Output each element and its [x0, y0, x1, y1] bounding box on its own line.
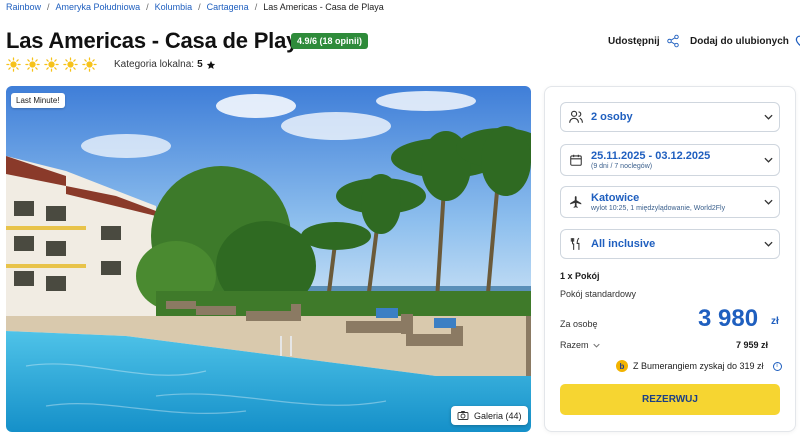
breadcrumb-link-rainbow[interactable]: Rainbow — [6, 2, 41, 12]
camera-icon — [457, 411, 469, 420]
chevron-wrap — [757, 157, 779, 163]
people-select[interactable]: 2 osoby — [560, 102, 780, 132]
departure-text: Katowice wylot 10:25, 1 międzylądowanie,… — [591, 192, 757, 212]
breadcrumb: Rainbow / Ameryka Południowa / Kolumbia … — [6, 2, 384, 12]
breadcrumb-link-country[interactable]: Kolumbia — [155, 2, 193, 12]
price-currency: zł — [771, 316, 779, 327]
sun-icon — [63, 57, 78, 72]
gallery-label: Galeria (44) — [474, 410, 522, 421]
category-value: 5 — [197, 59, 203, 70]
cutlery-icon — [570, 237, 580, 250]
chevron-down-icon — [763, 114, 773, 120]
board-text: All inclusive — [591, 238, 757, 250]
room-count: 1 x Pokój — [560, 271, 600, 281]
last-minute-badge: Last Minute! — [11, 93, 65, 108]
per-person-label: Za osobę — [560, 319, 598, 329]
breadcrumb-separator: / — [47, 2, 50, 12]
dates-value: 25.11.2025 - 03.12.2025 — [591, 150, 711, 162]
people-value: 2 osoby — [591, 111, 633, 123]
breadcrumb-separator: / — [198, 2, 201, 12]
breadcrumb-separator: / — [254, 2, 258, 12]
departure-value: Katowice — [591, 192, 640, 204]
breadcrumb-separator: / — [146, 2, 149, 12]
total-label: Razem — [560, 340, 589, 350]
sun-rating — [6, 57, 97, 72]
sun-icon — [25, 57, 40, 72]
room-type: Pokój standardowy — [560, 289, 637, 299]
calendar-icon-wrap — [561, 153, 591, 167]
favorite-label: Dodaj do ulubionych — [690, 36, 789, 47]
departure-select[interactable]: Katowice wylot 10:25, 1 międzylądowanie,… — [560, 186, 780, 218]
chevron-down-icon — [763, 157, 773, 163]
people-icon-wrap — [561, 110, 591, 124]
star-icon — [206, 60, 215, 69]
dates-subtext: (9 dni / 7 noclegów) — [591, 163, 653, 170]
category-label: Kategoria lokalna: — [114, 59, 195, 70]
booking-panel — [544, 86, 796, 432]
sun-icon — [44, 57, 59, 72]
total-price: 7 959 zł — [736, 340, 769, 350]
chevron-wrap — [757, 241, 779, 247]
bumerang-info: b Z Bumerangiem zyskaj do 319 zł i — [616, 360, 782, 372]
info-icon[interactable]: i — [772, 361, 782, 371]
chevron-down-icon — [763, 241, 773, 247]
share-label: Udostępnij — [608, 35, 660, 47]
user-icon — [569, 110, 583, 123]
dates-text: 25.11.2025 - 03.12.2025 (9 dni / 7 nocle… — [591, 150, 757, 170]
chevron-wrap — [757, 199, 779, 205]
share-button[interactable]: Udostępnij — [608, 34, 680, 48]
sun-icon — [82, 57, 97, 72]
share-icon — [666, 34, 679, 48]
bumerang-text: Z Bumerangiem zyskaj do 319 zł — [633, 361, 764, 371]
chevron-down-icon — [763, 199, 773, 205]
chevron-wrap — [757, 114, 779, 120]
dates-select[interactable]: 25.11.2025 - 03.12.2025 (9 dni / 7 nocle… — [560, 144, 780, 176]
heart-icon — [795, 35, 800, 47]
hotel-title: Las Americas - Casa de Playa — [6, 28, 311, 53]
hotel-photo[interactable] — [6, 86, 531, 432]
board-value: All inclusive — [591, 238, 656, 250]
price-per-person: 3 980 — [698, 305, 759, 332]
reserve-button[interactable]: REZERWUJ — [560, 384, 780, 415]
plane-icon — [570, 196, 582, 208]
local-category: Kategoria lokalna: 5 — [114, 59, 216, 70]
chevron-down-icon — [592, 343, 600, 348]
total-toggle[interactable]: Razem — [560, 340, 600, 350]
people-text: 2 osoby — [591, 111, 757, 123]
breadcrumb-link-city[interactable]: Cartagena — [207, 2, 249, 12]
bumerang-logo-icon: b — [616, 360, 628, 372]
breadcrumb-current: Las Americas - Casa de Playa — [263, 2, 384, 12]
calendar-icon — [570, 154, 582, 166]
favorite-button[interactable]: Dodaj do ulubionych — [690, 34, 800, 49]
departure-subtext: wylot 10:25, 1 międzylądowanie, World2Fl… — [591, 205, 726, 212]
gallery-button[interactable]: Galeria (44) — [451, 406, 528, 425]
breadcrumb-link-region[interactable]: Ameryka Południowa — [56, 2, 141, 12]
plane-icon-wrap — [561, 195, 591, 209]
rating-badge[interactable]: 4.9/6 (18 opinii) — [291, 33, 369, 49]
sun-icon — [6, 57, 21, 72]
cutlery-icon-wrap — [561, 237, 591, 251]
board-select[interactable]: All inclusive — [560, 229, 780, 259]
